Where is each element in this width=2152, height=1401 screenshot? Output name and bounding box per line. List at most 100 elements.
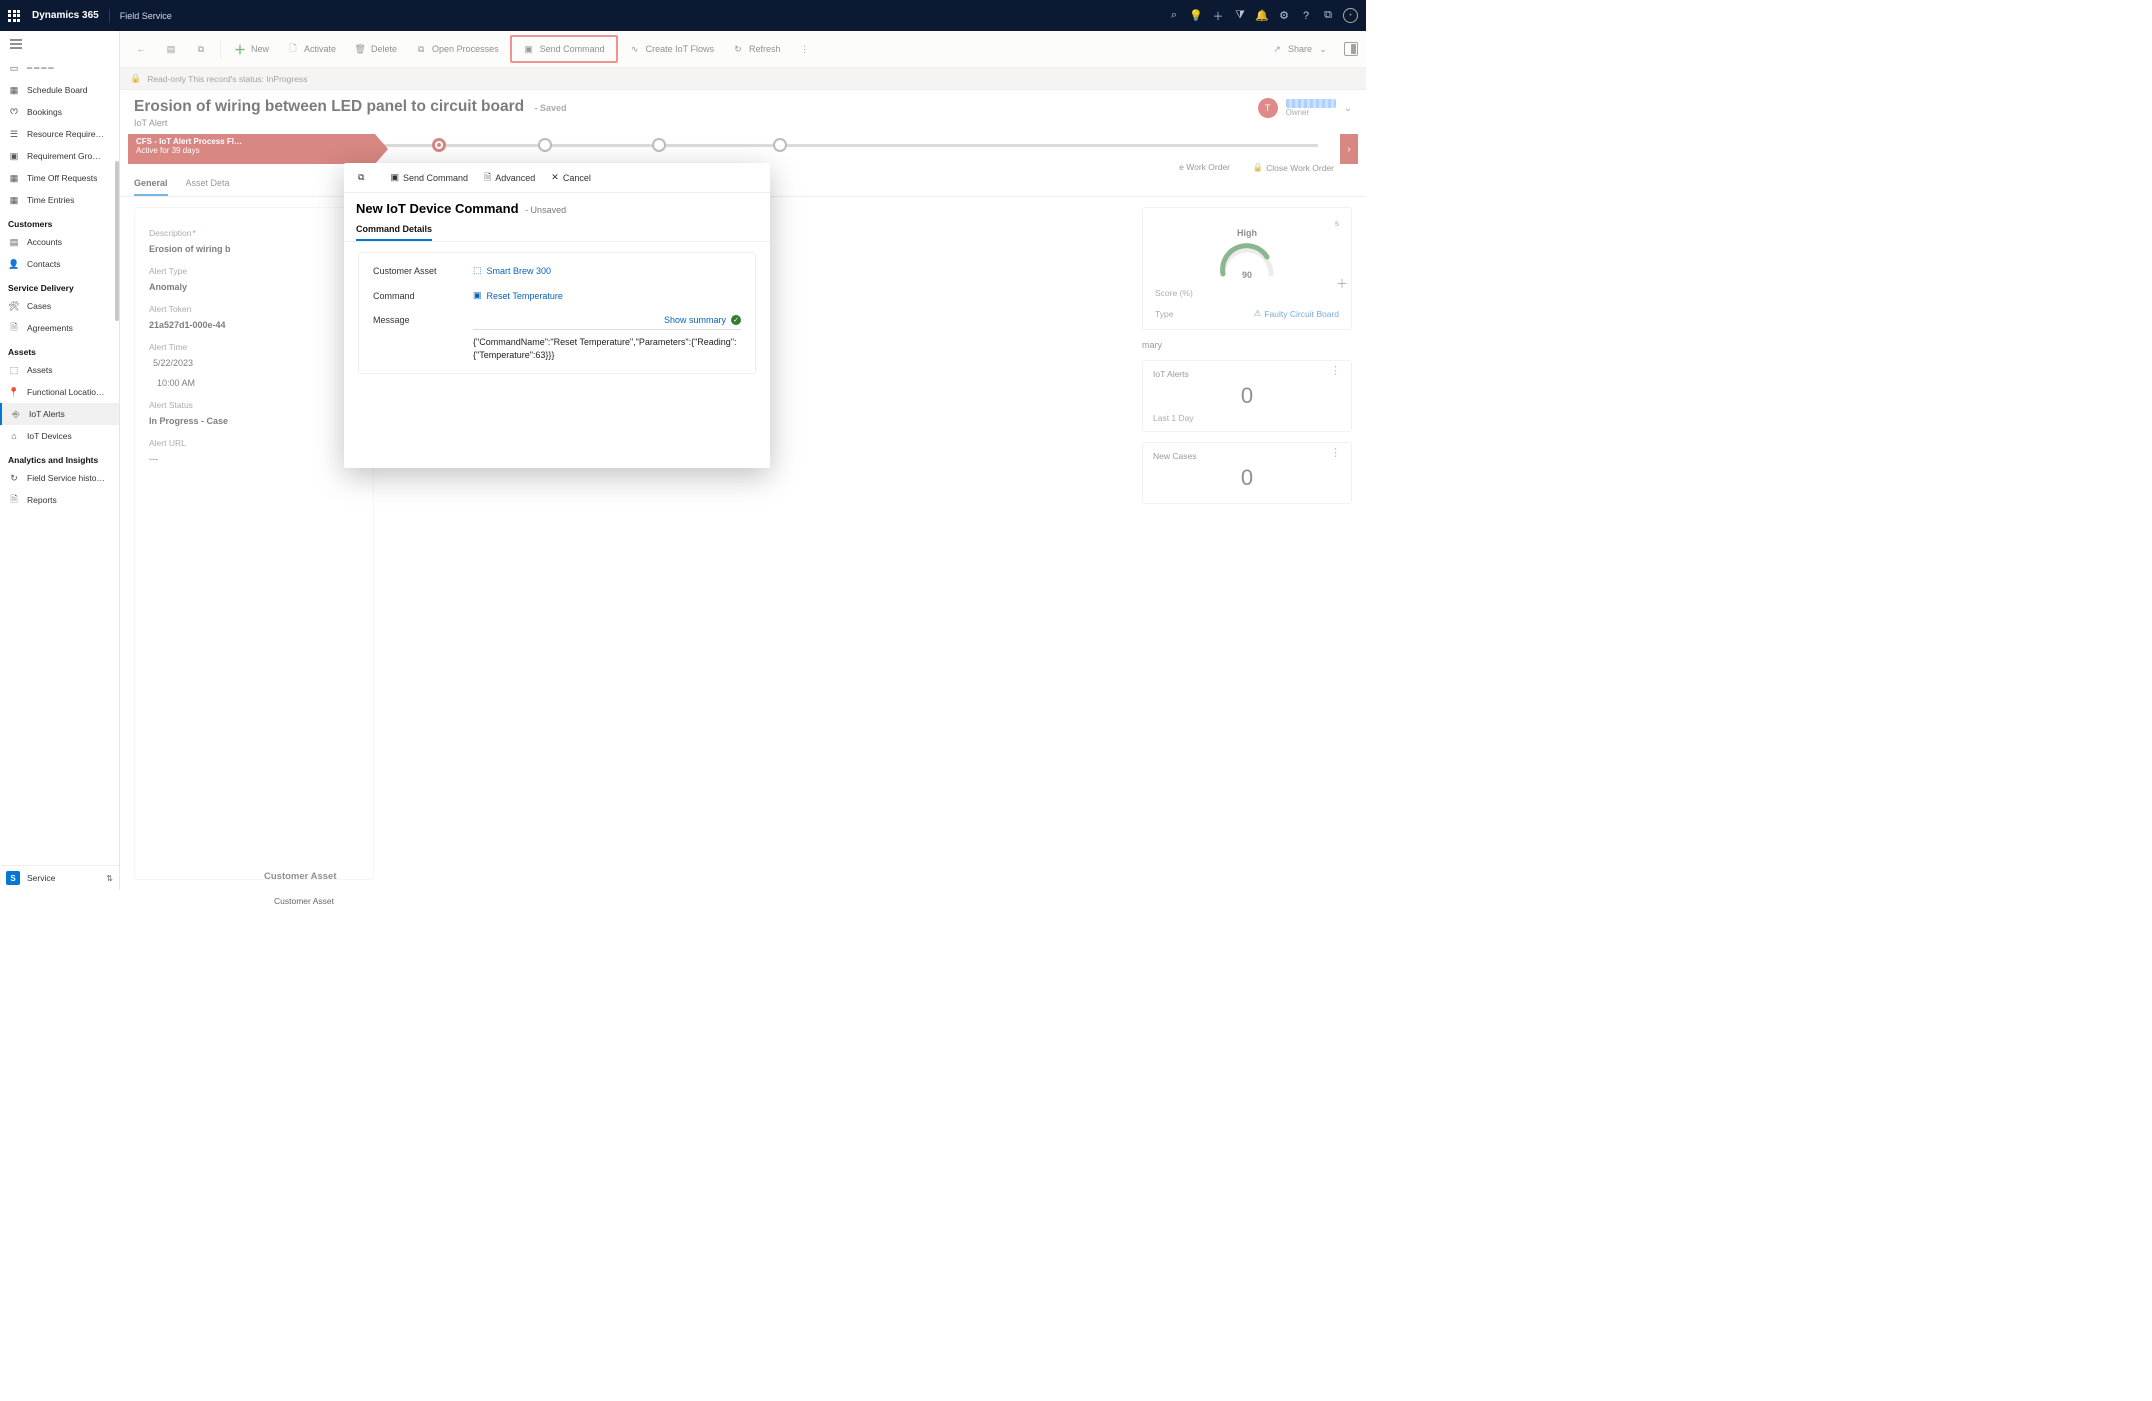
dialog-command-bar: ⧉ ▣ Send Command 🗎 Advanced ✕ Cancel [344,163,770,193]
app-area-label[interactable]: Field Service [120,11,172,21]
dialog-advanced-button[interactable]: 🗎 Advanced [478,166,541,190]
nav-group-assets: Assets [0,339,119,359]
nav-label: Field Service histo… [27,473,105,483]
nav-label: IoT Devices [27,431,72,441]
popout-icon: ⧉ [358,172,364,183]
nav-label: IoT Alerts [29,409,65,419]
area-switcher[interactable]: S Service ⇅ [0,865,119,890]
cube-icon: ⬚ [8,364,20,376]
btn-label: Cancel [563,173,591,183]
dialog-popout-button[interactable]: ⧉ [352,168,370,187]
nav-item-contacts[interactable]: 👤 Contacts [0,253,119,275]
nav-group-analytics: Analytics and Insights [0,447,119,467]
lookup-customer-asset[interactable]: ⬚Smart Brew 300 [473,265,741,276]
message-json-text[interactable]: {"CommandName":"Reset Temperature","Para… [473,336,741,361]
nav-toggle[interactable] [0,31,119,57]
global-topbar: Dynamics 365 Field Service ⌕ 💡 ＋ ⧩ 🔔 ⚙ ?… [0,0,1366,31]
document-icon: 🗎 [8,322,20,334]
list-icon: ☰ [8,128,20,140]
chevron-updown-icon: ⇅ [106,874,113,883]
check-circle-icon: ✓ [731,315,741,325]
calendar-icon: ▦ [8,172,20,184]
nav-item-functional-locations[interactable]: 📍 Functional Locatio… [0,381,119,403]
new-iot-command-dialog: ⧉ ▣ Send Command 🗎 Advanced ✕ Cancel New Io… [344,163,770,468]
pin-icon: 📍 [8,386,20,398]
unsaved-indicator: - Unsaved [525,205,566,215]
label-message: Message [373,315,473,325]
help-icon[interactable]: ? [1295,10,1317,22]
document-gear-icon: 🗎 [484,170,491,186]
bell-icon[interactable]: 🔔 [1251,9,1273,22]
dialog-title: New IoT Device Command [356,201,519,216]
nav-label: Schedule Board [27,85,88,95]
nav-item-assets[interactable]: ⬚ Assets [0,359,119,381]
cube-icon: ⬚ [473,265,482,276]
calendar-icon: ▦ [8,194,20,206]
nav-item-accounts[interactable]: ▤Accounts [0,231,119,253]
search-icon[interactable]: ⌕ [1163,9,1185,22]
dialog-header: New IoT Device Command - Unsaved [344,193,770,216]
nav-scrollbar[interactable] [115,161,119,321]
nav-item-iot-devices[interactable]: ⌂IoT Devices [0,425,119,447]
nav-item-iot-alerts[interactable]: ⎆ IoT Alerts [0,403,119,425]
label-command: Command [373,291,473,301]
nav-item-agreements[interactable]: 🗎 Agreements [0,317,119,339]
nav-item-resource-req[interactable]: ☰ Resource Require… [0,123,119,145]
history-icon: ↻ [8,472,20,484]
lookup-command[interactable]: ▣Reset Temperature [473,290,741,301]
generic-icon: ▭ [8,62,20,74]
show-summary-link[interactable]: Show summary✓ [473,315,741,325]
nav-label: Resource Require… [27,129,104,139]
main-region: ← ▤ ⧉ ＋New 🗋Activate 🗑Delete ⧉Open Proce… [120,31,1366,890]
left-nav: ▭━━━━ ▦ Schedule Board ᰔ Bookings ☰ Resourc… [0,31,120,890]
nav-label: Time Off Requests [27,173,97,183]
nav-item-reports[interactable]: 🗎 Reports [0,489,119,511]
nav-label: Bookings [27,107,62,117]
nav-label: Agreements [27,323,73,333]
nav-item-time-off[interactable]: ▦ Time Off Requests [0,167,119,189]
nav-label: Requirement Gro… [27,151,101,161]
person-icon: ᰔ [8,106,20,118]
nav-item-fs-history[interactable]: ↻ Field Service histo… [0,467,119,489]
brand-label: Dynamics 365 [32,10,99,21]
iot-icon: ⎆ [10,408,22,420]
nav-item-schedule-board[interactable]: ▦ Schedule Board [0,79,119,101]
nav-item-cases[interactable]: 🛠 Cases [0,295,119,317]
dialog-tab-command-details[interactable]: Command Details [356,224,432,241]
lightbulb-icon[interactable]: 💡 [1185,9,1207,22]
nav-label: Contacts [27,259,61,269]
nav-item-requirement-groups[interactable]: ▣Requirement Gro… [0,145,119,167]
person-icon: 👤 [8,258,20,270]
nav-label: Functional Locatio… [27,387,105,397]
nav-label: Assets [27,365,53,375]
label-customer-asset: Customer Asset [373,266,473,276]
user-avatar[interactable]: • [1343,8,1358,23]
panel-icon[interactable]: ⧉ [1317,9,1339,22]
btn-label: Send Command [403,173,468,183]
area-badge: S [6,871,20,885]
nav-item-bookings[interactable]: ᰔ Bookings [0,101,119,123]
calendar-icon: ▦ [8,84,20,96]
dialog-cancel-button[interactable]: ✕ Cancel [545,168,597,187]
nav-label: Reports [27,495,57,505]
area-name: Service [27,873,55,883]
topbar-divider [109,9,110,23]
btn-label: Advanced [495,173,535,183]
gear-icon[interactable]: ⚙ [1273,9,1295,22]
close-icon: ✕ [551,172,559,183]
field-underline [473,329,741,330]
dialog-tabs: Command Details [344,216,770,242]
nav-item-time-entries[interactable]: ▦ Time Entries [0,189,119,211]
app-launcher-icon[interactable] [8,10,20,22]
filter-icon[interactable]: ⧩ [1229,9,1251,22]
nav-label: Cases [27,301,51,311]
property-icon: ▣ [473,290,482,301]
building-icon: ▤ [8,236,20,248]
nav-item-truncated[interactable]: ▭━━━━ [0,57,119,79]
wrench-icon: 🛠 [8,300,20,312]
plus-icon[interactable]: ＋ [1207,8,1229,24]
report-icon: 🗎 [8,494,20,506]
dialog-send-command-button[interactable]: ▣ Send Command [384,168,474,187]
nav-label: Time Entries [27,195,74,205]
command-icon: ▣ [390,172,399,183]
